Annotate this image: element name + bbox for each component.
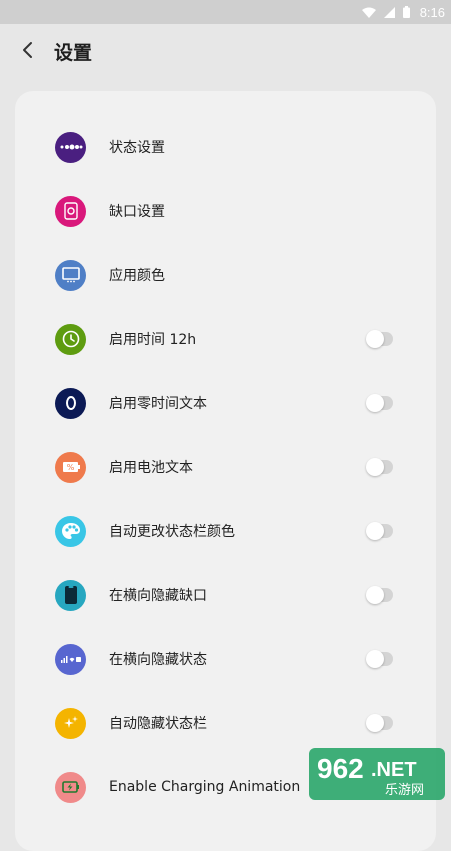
toggle-switch[interactable] xyxy=(367,332,393,346)
charging-battery-icon xyxy=(55,772,86,803)
toggle-knob xyxy=(366,650,384,668)
row-label: 缺口设置 xyxy=(109,201,165,221)
settings-row-hide-notch-landscape[interactable]: 在横向隐藏缺口 xyxy=(15,563,436,627)
toggle-knob xyxy=(366,330,384,348)
watermark-suffix: .NET xyxy=(371,759,417,781)
settings-row-12h[interactable]: 启用时间 12h xyxy=(15,307,436,371)
zero-icon xyxy=(55,388,86,419)
toggle-switch[interactable] xyxy=(367,588,393,602)
settings-row-auto-color[interactable]: 自动更改状态栏颜色 xyxy=(15,499,436,563)
watermark-subtitle: 乐游网 xyxy=(385,783,424,798)
row-label: 应用颜色 xyxy=(109,265,165,285)
phone-notch-icon xyxy=(55,580,86,611)
chevron-left-icon xyxy=(21,41,35,59)
row-label: 在横向隐藏状态 xyxy=(109,649,207,669)
toggle-switch[interactable] xyxy=(367,524,393,538)
toggle-knob xyxy=(366,522,384,540)
toggle-knob xyxy=(366,394,384,412)
toggle-knob xyxy=(366,714,384,732)
notch-phone-icon xyxy=(55,196,86,227)
row-label: 在横向隐藏缺口 xyxy=(109,585,207,605)
settings-row-hide-status-landscape[interactable]: 在横向隐藏状态 xyxy=(15,627,436,691)
row-label: Enable Charging Animation xyxy=(109,779,300,795)
row-label: 状态设置 xyxy=(109,137,165,157)
status-bar: 8:16 xyxy=(0,0,451,24)
monitor-icon xyxy=(55,260,86,291)
app-header: 设置 xyxy=(0,24,451,76)
row-label: 启用时间 12h xyxy=(109,329,196,349)
row-label: 启用零时间文本 xyxy=(109,393,207,413)
wifi-icon xyxy=(362,7,376,18)
page-title: 设置 xyxy=(54,38,92,65)
row-label: 自动更改状态栏颜色 xyxy=(109,521,235,541)
toggle-knob xyxy=(366,586,384,604)
battery-percent-icon: % xyxy=(55,452,86,483)
signal-icon xyxy=(384,7,395,18)
toggle-switch[interactable] xyxy=(367,652,393,666)
sparkle-icon xyxy=(55,708,86,739)
settings-row-battery-text[interactable]: % 启用电池文本 xyxy=(15,435,436,499)
status-dots-icon xyxy=(55,132,86,163)
status-time: 8:16 xyxy=(420,5,445,20)
back-button[interactable] xyxy=(14,36,42,64)
signal-status-icon xyxy=(55,644,86,675)
toggle-switch[interactable] xyxy=(367,716,393,730)
watermark-brand: 962 xyxy=(317,753,364,784)
battery-icon xyxy=(403,6,410,18)
svg-text:%: % xyxy=(66,463,74,472)
toggle-switch[interactable] xyxy=(367,396,393,410)
settings-row-notch[interactable]: 缺口设置 xyxy=(15,179,436,243)
settings-row-app-color[interactable]: 应用颜色 xyxy=(15,243,436,307)
settings-row-status[interactable]: 状态设置 xyxy=(15,115,436,179)
settings-row-zero-time[interactable]: 启用零时间文本 xyxy=(15,371,436,435)
settings-row-auto-hide-statusbar[interactable]: 自动隐藏状态栏 xyxy=(15,691,436,755)
toggle-switch[interactable] xyxy=(367,460,393,474)
toggle-knob xyxy=(366,458,384,476)
row-label: 启用电池文本 xyxy=(109,457,193,477)
palette-icon xyxy=(55,516,86,547)
site-watermark-logo: 962 .NET 乐游网 xyxy=(309,748,445,800)
row-label: 自动隐藏状态栏 xyxy=(109,713,207,733)
clock-icon xyxy=(55,324,86,355)
